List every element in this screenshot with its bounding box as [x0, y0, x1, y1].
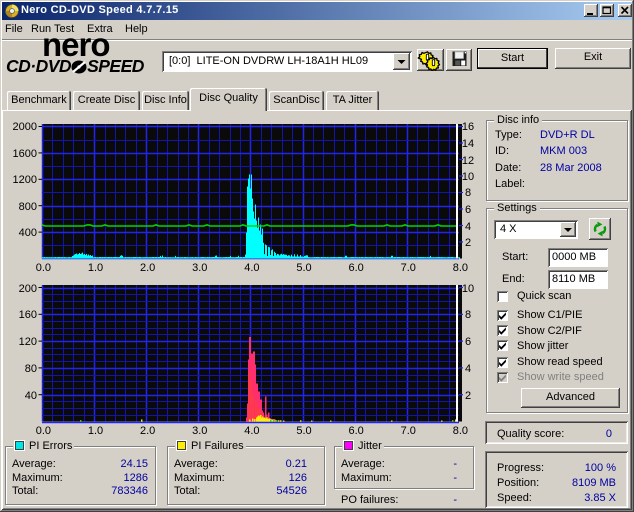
- svg-text:400: 400: [19, 227, 37, 239]
- svg-text:5.0: 5.0: [296, 425, 311, 437]
- svg-text:2000: 2000: [13, 121, 37, 133]
- svg-text:200: 200: [19, 283, 37, 295]
- svg-text:4.0: 4.0: [244, 262, 259, 274]
- svg-text:8.0: 8.0: [453, 262, 468, 274]
- svg-text:8.0: 8.0: [453, 425, 468, 437]
- svg-text:1.0: 1.0: [88, 262, 103, 274]
- svg-text:120: 120: [19, 336, 37, 348]
- svg-text:1600: 1600: [13, 148, 37, 160]
- svg-text:1200: 1200: [13, 174, 37, 186]
- svg-text:80: 80: [25, 363, 37, 375]
- svg-text:4.0: 4.0: [244, 425, 259, 437]
- svg-text:5.0: 5.0: [296, 262, 311, 274]
- svg-text:12: 12: [462, 155, 474, 167]
- svg-text:7.0: 7.0: [401, 262, 416, 274]
- svg-text:3.0: 3.0: [192, 425, 207, 437]
- svg-text:2.0: 2.0: [140, 262, 155, 274]
- svg-text:3.0: 3.0: [192, 262, 207, 274]
- svg-text:4: 4: [465, 221, 471, 233]
- svg-text:6.0: 6.0: [349, 425, 364, 437]
- svg-text:160: 160: [19, 309, 37, 321]
- svg-text:14: 14: [462, 138, 474, 150]
- svg-text:6: 6: [465, 204, 471, 216]
- svg-text:2: 2: [465, 237, 471, 249]
- svg-text:40: 40: [25, 390, 37, 402]
- svg-text:7.0: 7.0: [401, 425, 416, 437]
- svg-text:0.0: 0.0: [36, 425, 51, 437]
- svg-text:1.0: 1.0: [88, 425, 103, 437]
- svg-text:8: 8: [465, 309, 471, 321]
- svg-text:6.0: 6.0: [349, 262, 364, 274]
- svg-text:4: 4: [465, 363, 471, 375]
- svg-text:800: 800: [19, 201, 37, 213]
- svg-text:2.0: 2.0: [140, 425, 155, 437]
- svg-text:10: 10: [462, 171, 474, 183]
- svg-text:10: 10: [462, 283, 474, 295]
- svg-text:2: 2: [465, 390, 471, 402]
- svg-text:6: 6: [465, 336, 471, 348]
- svg-text:16: 16: [462, 121, 474, 133]
- svg-text:8: 8: [465, 187, 471, 199]
- svg-text:0.0: 0.0: [36, 262, 51, 274]
